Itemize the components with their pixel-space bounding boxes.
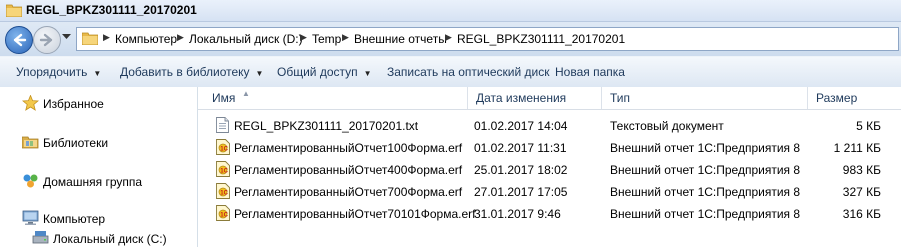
file-name: РегламентированныйОтчет100Форма.erf xyxy=(234,141,463,155)
organize-label: Упорядочить xyxy=(16,65,88,79)
nav-label: Компьютер xyxy=(43,212,106,226)
add-to-library-button[interactable]: Добавить в библиотеку ▼ xyxy=(120,65,263,79)
disk-drive-icon xyxy=(32,231,49,244)
burn-button[interactable]: Записать на оптический диск xyxy=(387,65,550,79)
nav-label: Домашняя группа xyxy=(43,175,143,189)
text-file-icon xyxy=(216,117,229,133)
column-header-modified[interactable]: Дата изменения xyxy=(468,87,602,109)
file-type: Текстовый документ xyxy=(610,119,724,133)
back-button[interactable] xyxy=(5,26,33,54)
table-row[interactable]: 1C РегламентированныйОтчет700Форма.erf 2… xyxy=(198,181,901,203)
file-type: Внешний отчет 1С:Предприятия 8 xyxy=(610,185,801,199)
arrow-left-icon xyxy=(13,33,27,47)
file-modified: 01.02.2017 11:31 xyxy=(474,141,567,155)
file-name: REGL_BPKZ301111_20170201.txt xyxy=(234,119,419,133)
folder-icon xyxy=(82,32,98,45)
computer-icon xyxy=(22,210,39,225)
new-folder-button[interactable]: Новая папка xyxy=(555,65,625,79)
file-size: 316 КБ xyxy=(842,207,881,221)
breadcrumb-separator-icon[interactable]: ▶ xyxy=(177,32,184,43)
library-icon xyxy=(22,136,39,149)
column-header-label: Имя xyxy=(212,91,236,105)
sort-ascending-icon: ▲ xyxy=(242,89,250,98)
nav-label: Локальный диск (C:) xyxy=(53,232,167,246)
share-label: Общий доступ xyxy=(277,65,358,79)
column-header-row: Имя ▲ Дата изменения Тип Размер xyxy=(198,87,901,110)
file-name: РегламентированныйОтчет70101Форма.erf xyxy=(234,207,476,221)
1c-report-icon: 1C xyxy=(216,139,230,155)
file-size: 1 211 КБ xyxy=(833,141,881,155)
star-icon xyxy=(22,95,39,111)
table-row[interactable]: 1C РегламентированныйОтчет400Форма.erf 2… xyxy=(198,159,901,181)
address-bar: ▶ Компьютер ▶ Локальный диск (D:) ▶ Temp… xyxy=(0,22,901,56)
chevron-down-icon: ▼ xyxy=(363,69,372,78)
svg-text:1C: 1C xyxy=(220,169,228,175)
homegroup-icon xyxy=(23,174,38,188)
title-bar: REGL_BPKZ301111_20170201 xyxy=(0,0,901,22)
nav-label: Библиотеки xyxy=(43,136,109,150)
column-header-name[interactable]: Имя ▲ xyxy=(204,87,468,109)
chevron-down-icon: ▼ xyxy=(93,69,102,78)
command-toolbar: Упорядочить ▼ Добавить в библиотеку ▼ Общи… xyxy=(0,56,901,88)
window-title: REGL_BPKZ301111_20170201 xyxy=(26,3,197,17)
navigation-pane: Избранное Библиотеки Домашняя группа Ком… xyxy=(0,87,198,247)
file-size: 983 КБ xyxy=(842,163,881,177)
file-type: Внешний отчет 1С:Предприятия 8 xyxy=(610,207,801,221)
history-dropdown-icon[interactable] xyxy=(62,34,71,40)
file-modified: 01.02.2017 14:04 xyxy=(474,119,568,133)
table-row[interactable]: 1C РегламентированныйОтчет70101Форма.erf… xyxy=(198,203,901,225)
svg-text:1C: 1C xyxy=(220,147,228,153)
breadcrumb-separator-icon[interactable]: ▶ xyxy=(103,32,110,43)
share-button[interactable]: Общий доступ ▼ xyxy=(277,65,372,79)
1c-report-icon: 1C xyxy=(216,161,230,177)
breadcrumb-separator-icon[interactable]: ▶ xyxy=(342,32,349,43)
organize-button[interactable]: Упорядочить ▼ xyxy=(16,65,101,79)
breadcrumb-current-folder[interactable]: REGL_BPKZ301111_20170201 xyxy=(457,32,625,46)
file-name: РегламентированныйОтчет400Форма.erf xyxy=(234,163,463,177)
breadcrumb-disk-d[interactable]: Локальный диск (D:) xyxy=(189,32,303,46)
1c-report-icon: 1C xyxy=(216,205,230,221)
breadcrumb-external-reports[interactable]: Внешние отчеты xyxy=(354,32,447,46)
breadcrumb-separator-icon[interactable]: ▶ xyxy=(300,32,307,43)
forward-button[interactable] xyxy=(33,26,61,54)
file-type: Внешний отчет 1С:Предприятия 8 xyxy=(610,163,801,177)
file-size: 5 КБ xyxy=(856,119,881,133)
file-modified: 31.01.2017 9:46 xyxy=(474,207,561,221)
file-type: Внешний отчет 1С:Предприятия 8 xyxy=(610,141,801,155)
svg-text:1C: 1C xyxy=(220,191,228,197)
breadcrumb-separator-icon[interactable]: ▶ xyxy=(445,32,452,43)
breadcrumb[interactable]: ▶ Компьютер ▶ Локальный диск (D:) ▶ Temp… xyxy=(76,27,899,51)
column-header-size[interactable]: Размер xyxy=(808,87,901,109)
table-row[interactable]: 1C РегламентированныйОтчет100Форма.erf 0… xyxy=(198,137,901,159)
file-name: РегламентированныйОтчет700Форма.erf xyxy=(234,185,463,199)
file-list: Имя ▲ Дата изменения Тип Размер REGL_BPK… xyxy=(198,87,901,247)
file-modified: 25.01.2017 18:02 xyxy=(474,163,568,177)
folder-icon xyxy=(6,4,22,17)
nav-label: Избранное xyxy=(43,97,104,111)
file-modified: 27.01.2017 17:05 xyxy=(474,185,568,199)
breadcrumb-temp[interactable]: Temp xyxy=(312,32,341,46)
arrow-right-icon xyxy=(39,33,53,47)
svg-text:1C: 1C xyxy=(220,213,228,219)
column-header-type[interactable]: Тип xyxy=(602,87,808,109)
table-row[interactable]: REGL_BPKZ301111_20170201.txt 01.02.2017 … xyxy=(198,115,901,137)
chevron-down-icon: ▼ xyxy=(255,69,264,78)
file-size: 327 КБ xyxy=(842,185,881,199)
breadcrumb-computer[interactable]: Компьютер xyxy=(115,32,177,46)
1c-report-icon: 1C xyxy=(216,183,230,199)
add-to-library-label: Добавить в библиотеку xyxy=(120,65,250,79)
